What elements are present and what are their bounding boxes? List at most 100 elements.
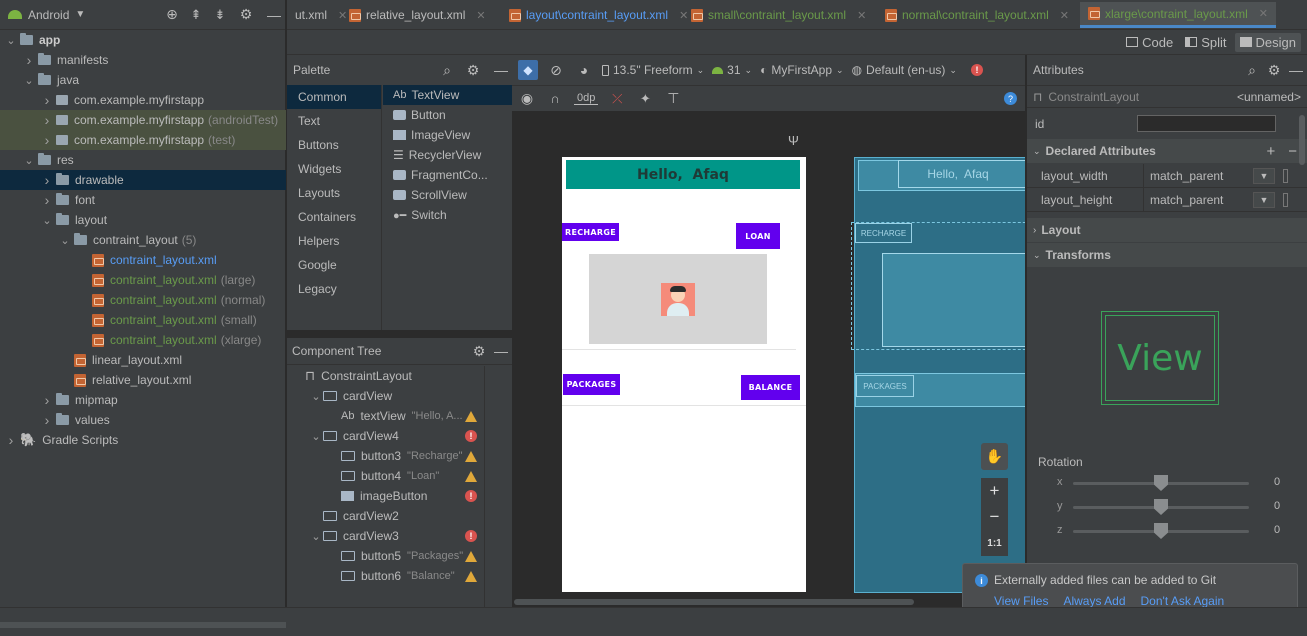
chevron-down-icon[interactable]: ⌄: [22, 154, 36, 167]
attr-gear-icon[interactable]: ⚙: [1263, 62, 1285, 79]
balance-button[interactable]: BALANCE: [741, 375, 800, 400]
project-view-select[interactable]: Android: [28, 8, 69, 22]
chevron-down-icon[interactable]: ⌄: [40, 214, 54, 227]
layout-section-header[interactable]: › Layout: [1027, 218, 1307, 242]
component-tree-item[interactable]: button6 "Balance": [287, 566, 484, 586]
project-tree-item[interactable]: contraint_layout.xml (large): [0, 270, 286, 290]
project-tree-item[interactable]: relative_layout.xml: [0, 370, 286, 390]
zoom-out-button[interactable]: −: [981, 504, 1008, 530]
chevron-right-icon[interactable]: ›: [40, 392, 54, 408]
project-tree-item[interactable]: ⌄ layout: [0, 210, 286, 230]
image-container[interactable]: [589, 254, 767, 344]
chevron-down-icon[interactable]: ⌄: [58, 234, 72, 247]
ct-minimize-icon[interactable]: —: [490, 343, 512, 359]
clear-constraints-icon[interactable]: ⤫: [608, 91, 626, 107]
palette-category[interactable]: Layouts: [287, 181, 381, 205]
palette-item[interactable]: ImageView: [383, 125, 512, 145]
palette-item[interactable]: FragmentCo...: [383, 165, 512, 185]
code-mode-button[interactable]: Code: [1122, 35, 1177, 50]
project-tree-item[interactable]: › 🐘 Gradle Scripts: [0, 430, 286, 450]
target-icon[interactable]: ⊕: [163, 6, 181, 23]
project-tree-item[interactable]: ⌄ app: [0, 30, 286, 50]
project-tree-item[interactable]: › manifests: [0, 50, 286, 70]
chevron-down-icon[interactable]: ⌄: [309, 390, 323, 403]
view-files-link[interactable]: View Files: [994, 594, 1048, 608]
guidelines-icon[interactable]: ⊤: [664, 90, 682, 107]
orientation-icon[interactable]: ⊘: [546, 62, 566, 79]
editor-tab[interactable]: small\contraint_layout.xml ✕: [683, 4, 874, 26]
design-preview[interactable]: Hello, Afaq RECHARGE LOAN PACKAGES BALAN…: [562, 157, 806, 592]
chevron-down-icon[interactable]: ⌄: [4, 34, 18, 47]
attribute-value[interactable]: match_parent: [1143, 187, 1253, 212]
packages-button[interactable]: PACKAGES: [563, 374, 620, 395]
app-theme-select[interactable]: ◐ MyFirstApp ⌄: [760, 63, 843, 77]
design-mode-button[interactable]: Design: [1234, 32, 1301, 52]
project-tree-item[interactable]: contraint_layout.xml: [0, 250, 286, 270]
warning-icon[interactable]: [465, 470, 477, 482]
chevron-right-icon[interactable]: ›: [40, 412, 54, 428]
pan-hand-icon[interactable]: ✋: [981, 443, 1008, 470]
pin-icon[interactable]: Ψ: [788, 133, 799, 148]
project-tree-item[interactable]: › values: [0, 410, 286, 430]
component-tree-item[interactable]: ⌄ cardView3!: [287, 526, 484, 546]
minimize-icon[interactable]: —: [263, 7, 285, 23]
palette-item[interactable]: Ab TextView: [383, 85, 512, 105]
attribute-resource-picker[interactable]: [1283, 168, 1288, 183]
device-select[interactable]: 13.5" Freeform ⌄: [602, 63, 704, 77]
palette-item[interactable]: ●━ Switch: [383, 205, 512, 225]
warning-icon[interactable]: [465, 570, 477, 582]
chevron-right-icon[interactable]: ›: [40, 172, 54, 188]
project-tree-item[interactable]: › mipmap: [0, 390, 286, 410]
component-tree-item[interactable]: button3 "Recharge": [287, 446, 484, 466]
chevron-down-icon[interactable]: ⌄: [309, 430, 323, 443]
component-tree-item[interactable]: ⊓ ConstraintLayout: [287, 366, 484, 386]
project-tree-item[interactable]: ⌄ res: [0, 150, 286, 170]
eye-icon[interactable]: ◉: [518, 90, 536, 107]
transforms-section-header[interactable]: ⌄ Transforms: [1027, 243, 1307, 267]
project-tree-item[interactable]: ⌄ java: [0, 70, 286, 90]
zoom-fit-button[interactable]: 1:1: [981, 530, 1008, 556]
project-tree-item[interactable]: ⌄ contraint_layout (5): [0, 230, 286, 250]
palette-category[interactable]: Containers: [287, 205, 381, 229]
project-tree-item[interactable]: linear_layout.xml: [0, 350, 286, 370]
warning-icon[interactable]: [465, 450, 477, 462]
chevron-right-icon[interactable]: ›: [4, 432, 18, 448]
project-tree-item[interactable]: contraint_layout.xml (xlarge): [0, 330, 286, 350]
palette-item[interactable]: Button: [383, 105, 512, 125]
editor-tab[interactable]: layout\contraint_layout.xml ✕: [501, 4, 696, 26]
project-tree-item[interactable]: contraint_layout.xml (small): [0, 310, 286, 330]
dont-ask-again-link[interactable]: Don't Ask Again: [1141, 594, 1225, 608]
chevron-down-icon[interactable]: ⌄: [22, 74, 36, 87]
chevron-right-icon[interactable]: ›: [22, 52, 36, 68]
default-margin-field[interactable]: 0dp: [574, 92, 599, 105]
expand-all-icon[interactable]: ⇟: [211, 7, 229, 23]
project-tree-item[interactable]: › com.example.myfirstapp (androidTest): [0, 110, 286, 130]
palette-category[interactable]: Text: [287, 109, 381, 133]
attr-minimize-icon[interactable]: —: [1285, 62, 1307, 78]
hello-card[interactable]: Hello, Afaq: [566, 160, 800, 189]
chevron-right-icon[interactable]: ›: [40, 132, 54, 148]
palette-item[interactable]: ScrollView: [383, 185, 512, 205]
layers-icon[interactable]: ◆: [518, 60, 538, 80]
palette-category[interactable]: Common: [287, 85, 381, 109]
project-tree-item[interactable]: › com.example.myfirstapp (test): [0, 130, 286, 150]
close-icon[interactable]: ✕: [476, 9, 485, 22]
rotation-slider-thumb[interactable]: [1154, 523, 1168, 539]
close-icon[interactable]: ✕: [857, 9, 866, 22]
id-input[interactable]: [1137, 115, 1276, 132]
close-icon[interactable]: ✕: [1259, 7, 1268, 20]
error-indicator-icon[interactable]: !: [970, 64, 983, 76]
palette-item[interactable]: ☰ RecyclerView: [383, 145, 512, 165]
theme-icon[interactable]: ◕: [574, 62, 594, 78]
search-icon[interactable]: ⌕: [438, 62, 456, 79]
split-mode-button[interactable]: Split: [1181, 35, 1230, 50]
api-select[interactable]: 31 ⌄: [712, 63, 752, 77]
collapse-all-icon[interactable]: ⇞: [187, 7, 205, 23]
warning-icon[interactable]: [465, 410, 477, 422]
attr-search-icon[interactable]: ⌕: [1241, 62, 1263, 79]
locale-select[interactable]: ◍ Default (en-us) ⌄: [852, 63, 957, 77]
gear-icon[interactable]: ⚙: [235, 6, 257, 23]
project-tree-item[interactable]: contraint_layout.xml (normal): [0, 290, 286, 310]
editor-tab[interactable]: xlarge\contraint_layout.xml ✕: [1080, 2, 1276, 28]
component-tree-item[interactable]: ⌄ cardView: [287, 386, 484, 406]
